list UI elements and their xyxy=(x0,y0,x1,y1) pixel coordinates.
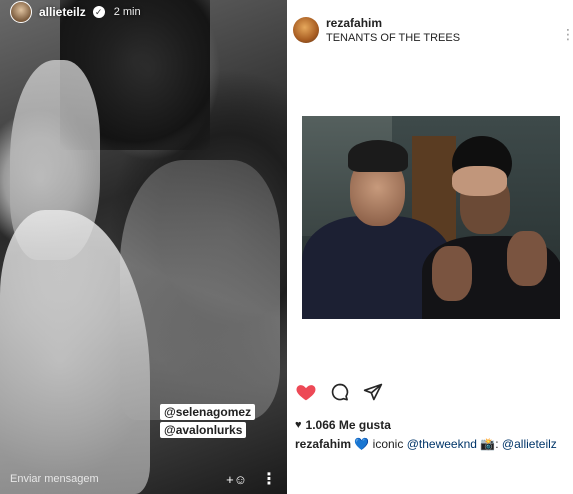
blue-heart-icon: 💙 xyxy=(354,437,370,451)
story-avatar[interactable] xyxy=(10,1,32,23)
photo-person-left-hair xyxy=(348,140,408,172)
mention-avalonlurks[interactable]: @avalonlurks xyxy=(160,422,247,438)
post-more-icon[interactable]: ⋮ xyxy=(561,26,573,43)
post-actions xyxy=(295,381,383,403)
story-timestamp: 2 min xyxy=(113,6,141,18)
verified-icon: ✓ xyxy=(92,6,105,18)
caption-text: iconic xyxy=(372,437,404,451)
caption-tag-theweeknd[interactable]: @theweeknd xyxy=(407,437,477,451)
send-message-input[interactable]: Enviar mensagem xyxy=(10,473,226,485)
post-header-text: rezafahim TENANTS OF THE TREES xyxy=(326,16,460,44)
small-heart-icon: ♥ xyxy=(295,419,302,431)
likes-label: 1.066 Me gusta xyxy=(305,418,391,432)
caption-tag-allieteilz[interactable]: @allieteilz xyxy=(502,437,557,451)
post-avatar[interactable] xyxy=(293,17,319,43)
story-username[interactable]: allieteilz xyxy=(39,5,86,19)
like-heart-icon[interactable] xyxy=(295,381,317,403)
more-options-icon[interactable]: ⋮ xyxy=(261,469,277,489)
mention-selenagomez[interactable]: @selenagomez xyxy=(160,404,256,420)
post-caption: rezafahim 💙 iconic @theweeknd 📸: @alliet… xyxy=(295,437,557,451)
post-location[interactable]: TENANTS OF THE TREES xyxy=(326,32,460,44)
photo-hand-sign-left xyxy=(432,246,472,301)
add-person-icon[interactable]: +☺ xyxy=(226,472,247,487)
likes-count[interactable]: ♥ 1.066 Me gusta xyxy=(295,418,391,432)
post-header: rezafahim TENANTS OF THE TREES ⋮ xyxy=(287,0,573,60)
post-username[interactable]: rezafahim xyxy=(326,16,460,30)
post-panel: rezafahim TENANTS OF THE TREES ⋮ ♥ 1.066… xyxy=(287,0,573,494)
story-header: allieteilz ✓ 2 min xyxy=(0,0,287,24)
mention-stickers: @selenagomez @avalonlurks xyxy=(160,404,256,438)
photo-hand-sign-right xyxy=(507,231,547,286)
photo-covering-hand xyxy=(452,166,507,196)
story-panel[interactable]: allieteilz ✓ 2 min @selenagomez @avalonl… xyxy=(0,0,287,494)
camera-icon: 📸 xyxy=(480,437,496,451)
comment-icon[interactable] xyxy=(330,382,350,402)
story-footer: Enviar mensagem +☺ ⋮ xyxy=(0,464,287,494)
caption-colon: : xyxy=(495,437,499,451)
caption-username[interactable]: rezafahim xyxy=(295,437,351,451)
post-photo[interactable] xyxy=(302,116,560,319)
share-icon[interactable] xyxy=(363,382,383,402)
